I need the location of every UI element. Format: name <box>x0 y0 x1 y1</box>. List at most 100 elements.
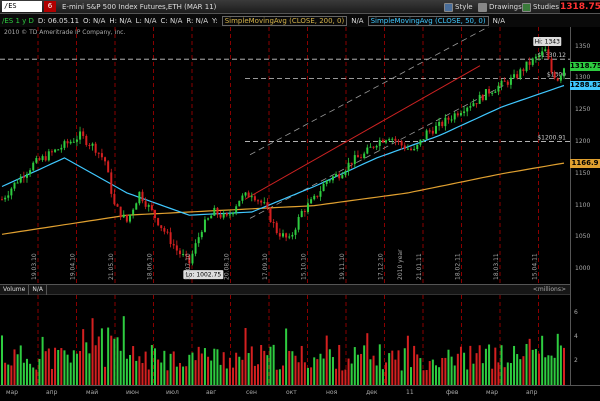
candle-body <box>266 202 269 209</box>
drawings-icon <box>478 2 487 12</box>
candle-body <box>335 173 338 177</box>
volume-bar <box>391 350 394 385</box>
volume-bar <box>166 370 169 385</box>
candle-body <box>25 174 28 178</box>
volume-bar <box>35 369 38 385</box>
volume-bar <box>178 363 181 385</box>
volume-bar <box>463 352 466 385</box>
volume-chart[interactable] <box>0 295 570 385</box>
study-sma200[interactable]: SimpleMovingAvg (CLOSE, 200, 0) <box>221 15 348 26</box>
volume-bar <box>38 358 41 385</box>
volume-bar <box>203 348 206 385</box>
candle-body <box>241 195 244 201</box>
volume-bar <box>559 345 562 385</box>
candle-body <box>16 182 19 184</box>
candle-body <box>434 125 437 134</box>
high-readout: H: N/A <box>109 16 132 25</box>
month-label: апр <box>526 389 538 396</box>
candle-body <box>269 208 272 223</box>
volume-bar <box>238 356 241 385</box>
volume-bar <box>344 369 347 385</box>
candle-body <box>282 233 284 237</box>
drawings-button[interactable]: Drawings <box>478 2 522 12</box>
volume-bar <box>225 368 228 385</box>
date-label: 19.03.10 <box>31 253 38 280</box>
volume-bar <box>322 358 325 385</box>
price-badge: 1318.75 <box>570 61 600 71</box>
volume-bar <box>79 350 82 385</box>
y-label: Y: <box>212 16 218 25</box>
volume-bar <box>200 353 203 385</box>
volume-bar <box>547 355 550 385</box>
volume-bar <box>122 316 125 385</box>
volume-bar <box>400 370 403 385</box>
date-label: 18.06.10 <box>147 253 154 280</box>
month-label: ноя <box>326 389 338 396</box>
candle-body <box>563 68 565 76</box>
volume-bar <box>153 348 156 385</box>
month-label: июн <box>126 389 139 396</box>
volume-bar <box>478 345 481 385</box>
volume-bar <box>157 359 160 385</box>
volume-bar <box>438 367 441 385</box>
month-label: авг <box>206 389 217 396</box>
candle-body <box>528 61 531 65</box>
symbol-period: /ES 1 y D <box>2 16 34 25</box>
volume-bar <box>100 328 103 385</box>
candle-body <box>541 51 544 56</box>
volume-bar <box>135 360 138 385</box>
candle-body <box>294 229 297 235</box>
volume-bar <box>244 327 247 385</box>
volume-bar <box>132 346 135 385</box>
candle-body <box>369 146 372 148</box>
volume-bar <box>356 354 359 385</box>
study-sma50[interactable]: SimpleMovingAvg (CLOSE, 50, 0) <box>367 15 489 26</box>
price-chart[interactable]: $1330.12$1300$1200.91Hi: 1343Lo: 1002.75… <box>0 27 570 284</box>
volume-bar <box>32 367 35 385</box>
high-callout: Hi: 1343 <box>535 39 561 46</box>
studies-button[interactable]: Studies <box>522 2 559 12</box>
candle-body <box>50 151 53 153</box>
candle-body <box>125 214 128 222</box>
month-label: май <box>86 389 99 396</box>
candle-body <box>100 153 103 158</box>
candle-body <box>163 228 166 232</box>
price-tick: 1100 <box>575 201 591 209</box>
style-button[interactable]: Style <box>444 2 473 12</box>
candle-body <box>175 245 178 251</box>
candle-body <box>232 212 235 215</box>
volume-bar <box>4 362 7 385</box>
volume-bar <box>69 362 72 385</box>
volume-tick: 2 <box>574 357 578 364</box>
candle-body <box>244 192 247 196</box>
volume-bar <box>422 370 425 385</box>
candle-body <box>250 196 253 198</box>
symbol-input[interactable]: /ES <box>2 1 42 12</box>
candle-body <box>410 148 413 150</box>
link-group-button[interactable]: 6 <box>44 1 56 12</box>
volume-bar <box>388 353 391 385</box>
candle-body <box>116 204 119 207</box>
date-label: 21.05.10 <box>108 253 115 280</box>
volume-bar <box>494 347 497 385</box>
candle-body <box>394 138 397 141</box>
candle-body <box>360 157 363 159</box>
candle-body <box>225 213 228 216</box>
volume-bar <box>172 351 175 385</box>
candle-body <box>488 89 491 94</box>
volume-bar <box>113 338 116 385</box>
candle-body <box>166 231 169 233</box>
volume-bar <box>253 365 256 385</box>
volume-bar <box>403 348 406 385</box>
candle-body <box>319 191 322 197</box>
candle-body <box>534 56 537 59</box>
volume-bar <box>509 363 512 385</box>
candle-body <box>160 225 163 229</box>
price-tick: 1200 <box>575 138 591 145</box>
time-axis[interactable]: мар апр май июн июл авг сен окт ноя дек 11 фев мар ап… <box>0 385 600 401</box>
candle-body <box>363 153 366 159</box>
volume-bar <box>406 335 409 385</box>
volume-bar <box>453 365 456 385</box>
price-badge: 1166.9 <box>570 158 600 168</box>
candle-body <box>253 196 256 201</box>
